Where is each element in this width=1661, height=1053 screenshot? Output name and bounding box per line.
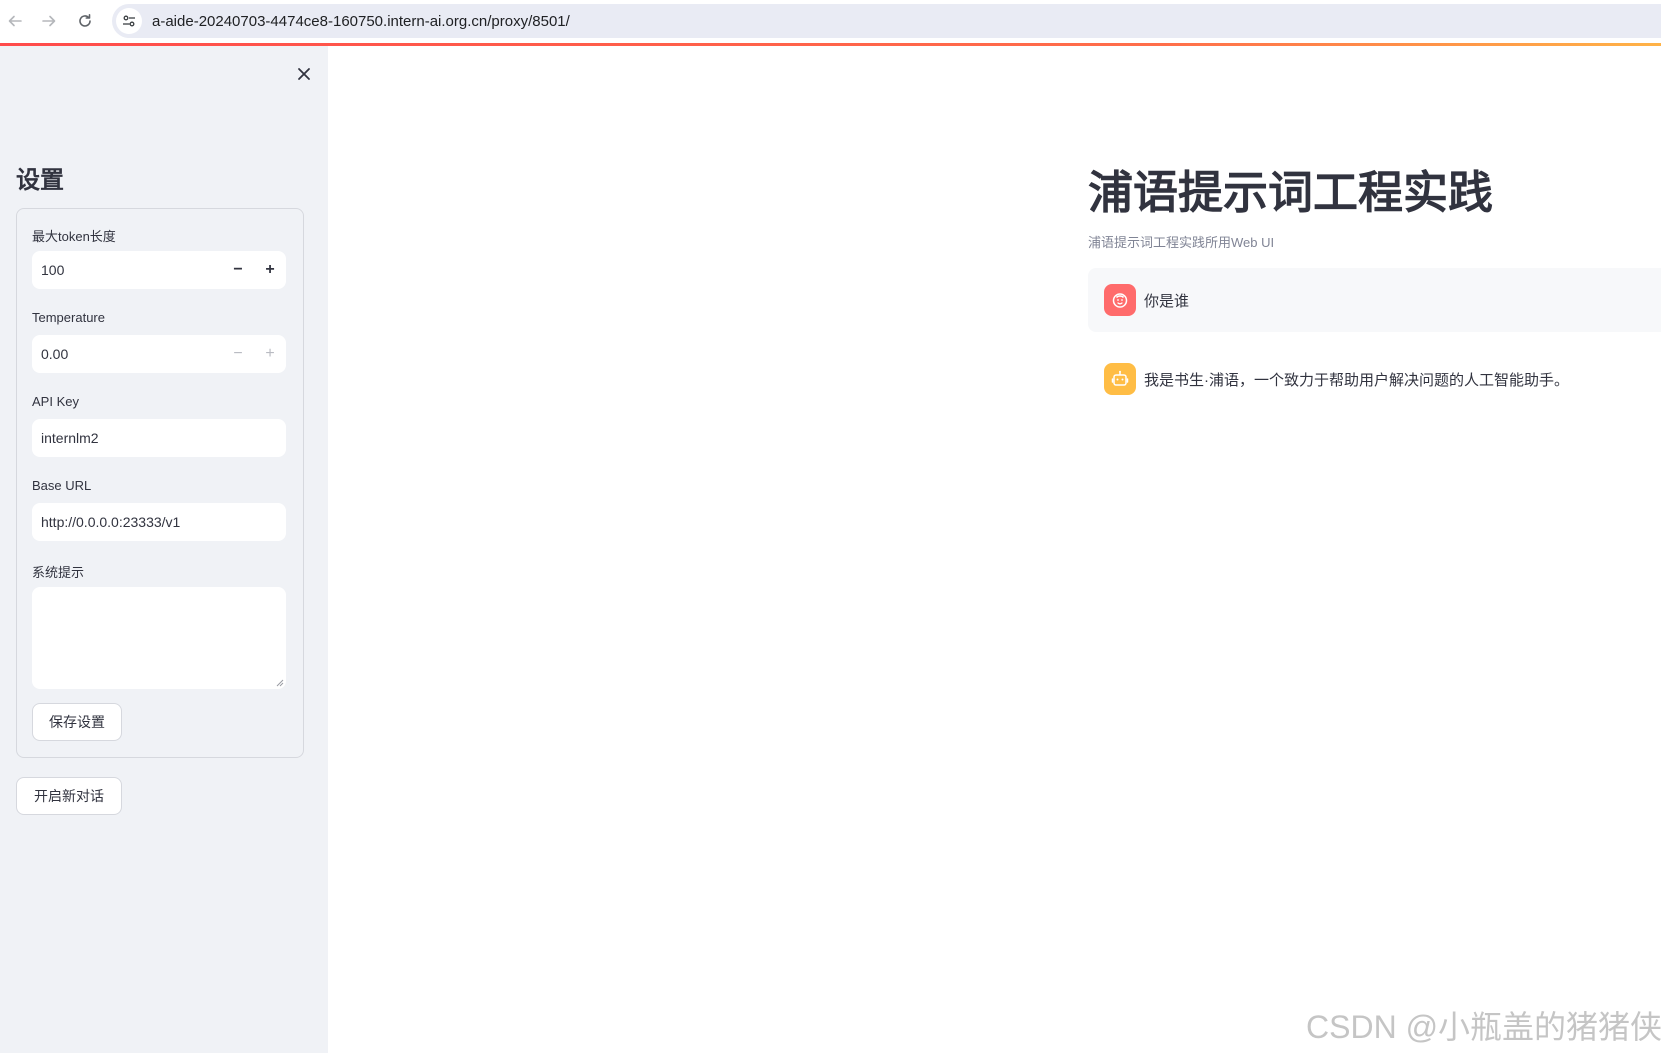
decrement-button[interactable]: − <box>222 335 254 373</box>
sidebar-title: 设置 <box>16 167 64 194</box>
chat-message-user: 你是谁 <box>1088 268 1661 332</box>
max-tokens-stepper: 100 − + <box>32 251 286 289</box>
forward-arrow-icon[interactable] <box>36 8 62 34</box>
system-prompt-label: 系统提示 <box>32 565 85 580</box>
increment-button[interactable]: + <box>254 251 286 289</box>
back-arrow-icon[interactable] <box>2 8 28 34</box>
address-bar[interactable]: a-aide-20240703-4474ce8-160750.intern-ai… <box>112 4 1661 38</box>
system-prompt-textarea[interactable] <box>32 587 286 689</box>
system-prompt-value <box>32 587 41 603</box>
url-text: a-aide-20240703-4474ce8-160750.intern-ai… <box>152 12 570 30</box>
base-url-label: Base URL <box>32 478 92 493</box>
site-settings-icon[interactable] <box>116 8 142 34</box>
max-tokens-label: 最大token长度 <box>32 229 116 244</box>
sidebar: 设置 最大token长度 100 − + Temperature 0.00 − … <box>0 46 328 1053</box>
user-message-text: 你是谁 <box>1144 292 1190 310</box>
browser-toolbar: a-aide-20240703-4474ce8-160750.intern-ai… <box>0 0 1661 42</box>
new-chat-button[interactable]: 开启新对话 <box>16 777 122 815</box>
chat-message-assistant: 我是书生·浦语，一个致力于帮助用户解决问题的人工智能助手。 <box>1088 347 1661 411</box>
watermark: CSDN @小瓶盖的猪猪侠 <box>1306 1009 1661 1045</box>
assistant-message-text: 我是书生·浦语，一个致力于帮助用户解决问题的人工智能助手。 <box>1144 371 1569 389</box>
settings-form: 最大token长度 100 − + Temperature 0.00 − + A… <box>16 208 304 758</box>
page-title: 浦语提示词工程实践 <box>1088 167 1494 218</box>
temperature-stepper: 0.00 − + <box>32 335 286 373</box>
decrement-button[interactable]: − <box>222 251 254 289</box>
assistant-robot-icon <box>1104 363 1136 395</box>
temperature-input[interactable]: 0.00 <box>32 346 222 362</box>
base-url-value: http://0.0.0.0:23333/v1 <box>41 514 181 530</box>
api-key-value: internlm2 <box>41 430 99 446</box>
reload-icon[interactable] <box>72 8 98 34</box>
api-key-field[interactable]: internlm2 <box>32 419 286 457</box>
max-tokens-input[interactable]: 100 <box>32 262 222 278</box>
temperature-label: Temperature <box>32 310 105 325</box>
page-caption: 浦语提示词工程实践所用Web UI <box>1088 235 1275 250</box>
user-avatar-icon <box>1104 284 1136 316</box>
increment-button[interactable]: + <box>254 335 286 373</box>
api-key-label: API Key <box>32 394 79 409</box>
resize-handle-icon[interactable] <box>274 677 284 687</box>
close-icon[interactable] <box>292 62 316 86</box>
save-settings-button[interactable]: 保存设置 <box>32 703 122 741</box>
base-url-field[interactable]: http://0.0.0.0:23333/v1 <box>32 503 286 541</box>
